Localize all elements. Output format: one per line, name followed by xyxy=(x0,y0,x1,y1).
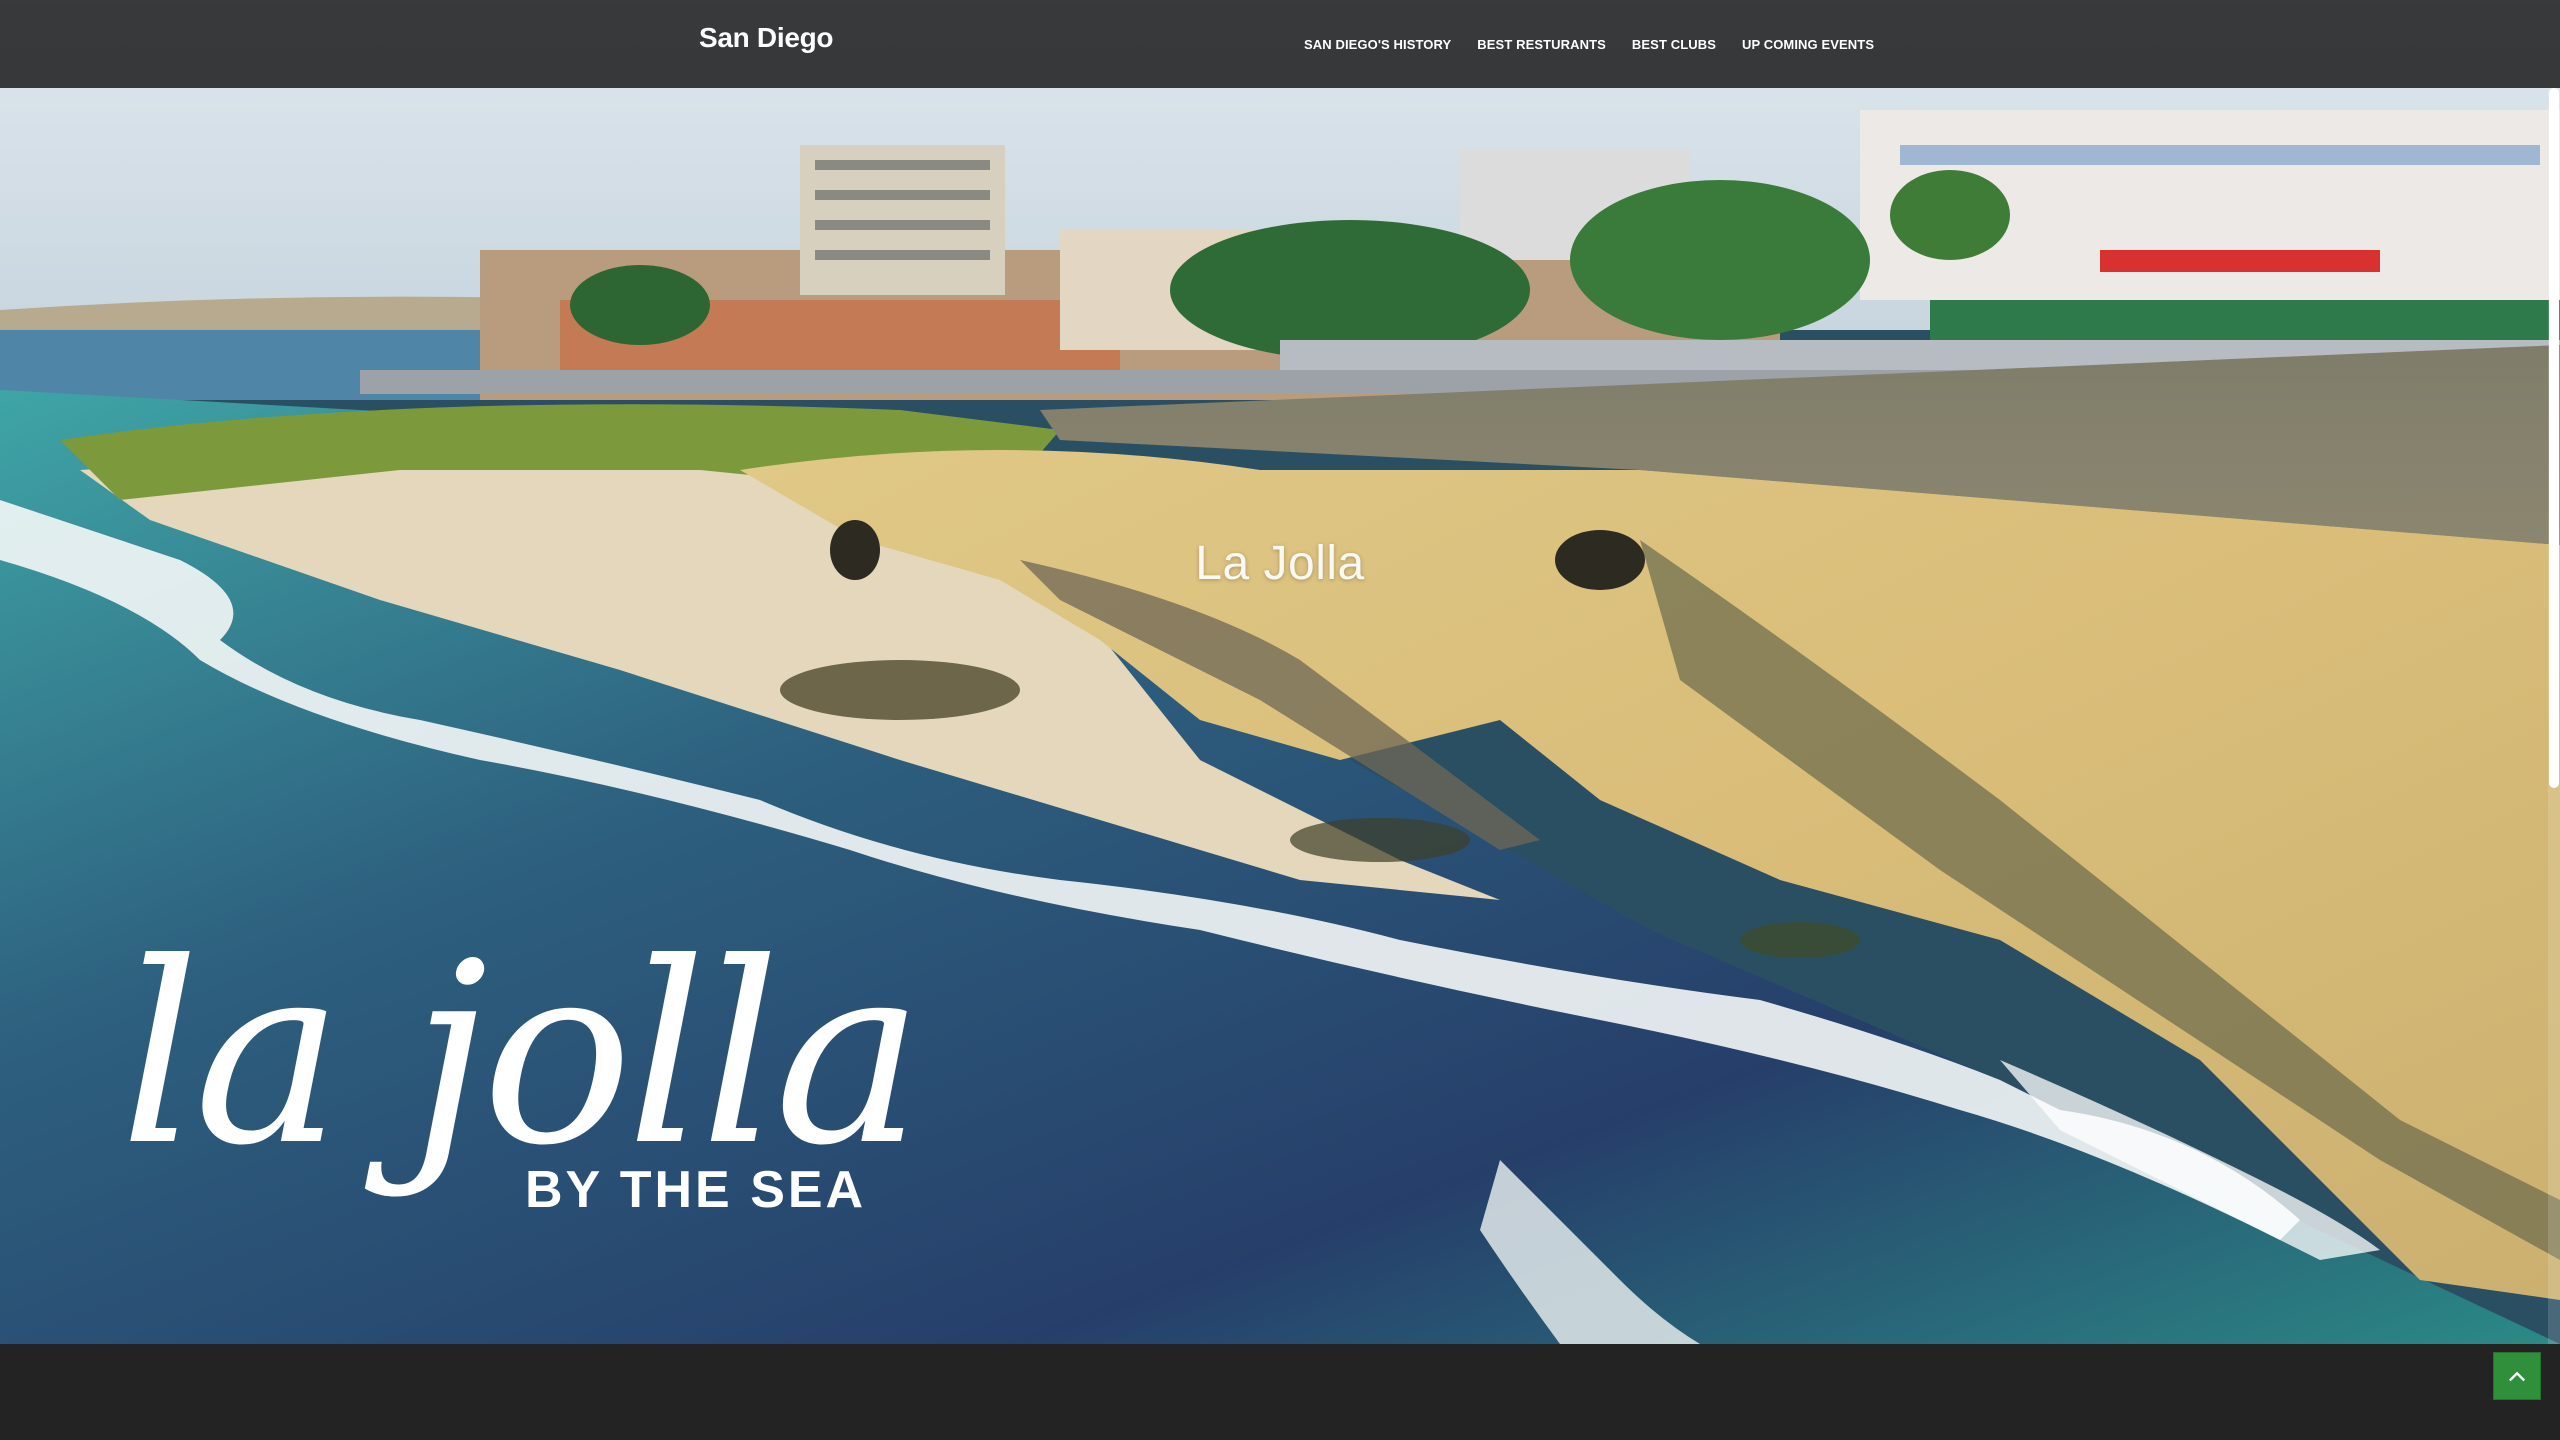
nav-link-history[interactable]: SAN DIEGO'S HISTORY xyxy=(1304,37,1451,52)
nav-item: BEST RESTURANTS xyxy=(1477,36,1606,54)
nav-item: UP COMING EVENTS xyxy=(1742,36,1874,54)
back-to-top-button[interactable] xyxy=(2493,1352,2541,1400)
nav-item: BEST CLUBS xyxy=(1632,36,1716,54)
scrollbar-thumb[interactable] xyxy=(2549,88,2559,788)
nav-item: SAN DIEGO'S HISTORY xyxy=(1304,36,1451,54)
hero-caption: La Jolla xyxy=(1195,537,1365,590)
logo-tagline: BY THE SEA xyxy=(525,1161,867,1219)
la-jolla-logo: la jolla BY THE SEA xyxy=(120,930,923,1280)
chevron-up-icon xyxy=(2508,1371,2526,1382)
top-navbar: San Diego SAN DIEGO'S HISTORY BEST RESTU… xyxy=(0,0,2560,88)
main-nav: SAN DIEGO'S HISTORY BEST RESTURANTS BEST… xyxy=(1304,36,1874,54)
nav-link-clubs[interactable]: BEST CLUBS xyxy=(1632,37,1716,52)
logo-script-text: la jolla xyxy=(120,909,923,1200)
footer-band xyxy=(0,1344,2560,1440)
nav-link-restaurants[interactable]: BEST RESTURANTS xyxy=(1477,37,1606,52)
nav-link-events[interactable]: UP COMING EVENTS xyxy=(1742,37,1874,52)
brand-link[interactable]: San Diego xyxy=(699,22,834,54)
